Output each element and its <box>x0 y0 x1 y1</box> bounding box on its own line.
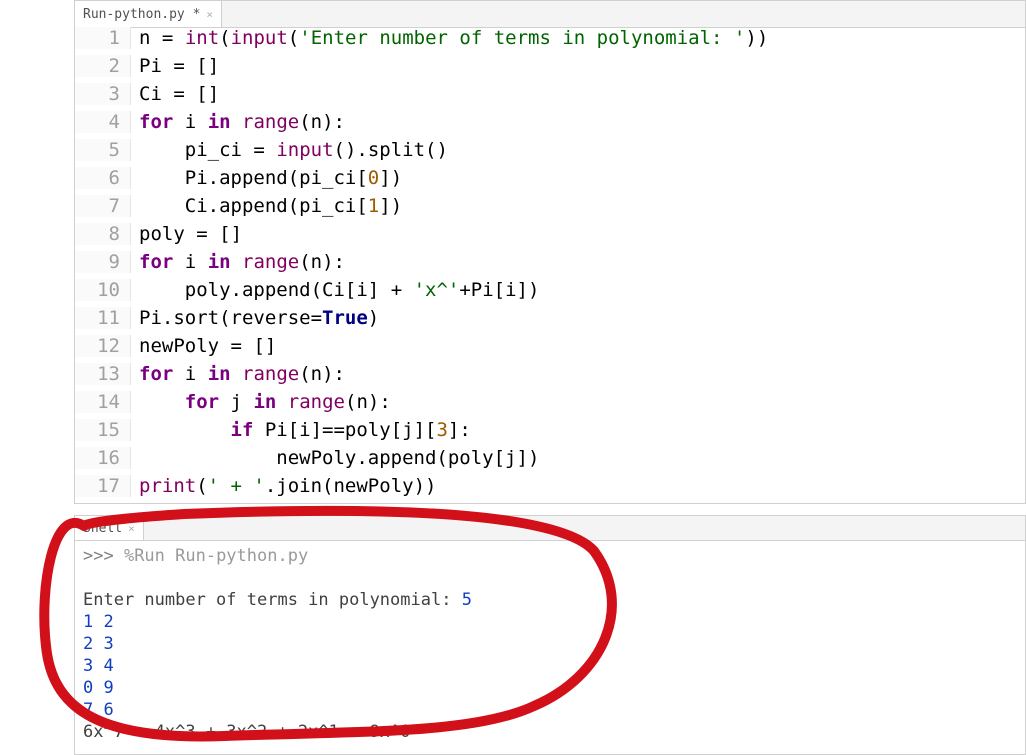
line-number: 9 <box>75 251 131 273</box>
line-number: 10 <box>75 279 131 301</box>
line-number: 2 <box>75 55 131 77</box>
shell-input-line: 3 4 <box>83 656 114 676</box>
shell-ask-answer: 5 <box>462 590 472 610</box>
code-text[interactable]: Ci = [] <box>131 83 219 105</box>
editor-tab-title: Run-python.py * <box>83 7 200 22</box>
code-text[interactable]: newPoly.append(poly[j]) <box>131 447 539 469</box>
code-line[interactable]: 6 Pi.append(pi_ci[0]) <box>75 167 1025 195</box>
code-line[interactable]: 10 poly.append(Ci[i] + 'x^'+Pi[i]) <box>75 279 1025 307</box>
line-number: 8 <box>75 223 131 245</box>
code-text[interactable]: poly.append(Ci[i] + 'x^'+Pi[i]) <box>131 279 539 301</box>
shell-output: 6x^7 + 4x^3 + 3x^2 + 2x^1 + 9x^0 <box>83 722 411 742</box>
code-line[interactable]: 7 Ci.append(pi_ci[1]) <box>75 195 1025 223</box>
code-text[interactable]: for i in range(n): <box>131 363 345 385</box>
close-icon[interactable]: × <box>128 522 135 535</box>
code-text[interactable]: poly = [] <box>131 223 242 245</box>
shell-input-line: 0 9 <box>83 678 114 698</box>
code-area[interactable]: 1n = int(input('Enter number of terms in… <box>75 27 1025 503</box>
code-line[interactable]: 15 if Pi[i]==poly[j][3]: <box>75 419 1025 447</box>
code-line[interactable]: 12newPoly = [] <box>75 335 1025 363</box>
line-number: 3 <box>75 83 131 105</box>
code-line[interactable]: 2Pi = [] <box>75 55 1025 83</box>
code-text[interactable]: n = int(input('Enter number of terms in … <box>131 27 768 49</box>
code-text[interactable]: Ci.append(pi_ci[1]) <box>131 195 402 217</box>
close-icon[interactable]: × <box>206 8 213 21</box>
line-number: 15 <box>75 419 131 441</box>
line-number: 7 <box>75 195 131 217</box>
shell-input-line: 2 3 <box>83 634 114 654</box>
line-number: 6 <box>75 167 131 189</box>
code-text[interactable]: for i in range(n): <box>131 111 345 133</box>
code-text[interactable]: for j in range(n): <box>131 391 391 413</box>
line-number: 17 <box>75 475 131 497</box>
code-line[interactable]: 3Ci = [] <box>75 83 1025 111</box>
line-number: 5 <box>75 139 131 161</box>
code-text[interactable]: for i in range(n): <box>131 251 345 273</box>
shell-body[interactable]: >>> %Run Run-python.py Enter number of t… <box>75 541 1025 751</box>
line-number: 1 <box>75 27 131 49</box>
code-text[interactable]: print(' + '.join(newPoly)) <box>131 475 436 497</box>
code-line[interactable]: 4for i in range(n): <box>75 111 1025 139</box>
code-text[interactable]: Pi.sort(reverse=True) <box>131 307 379 329</box>
code-text[interactable]: Pi.append(pi_ci[0]) <box>131 167 402 189</box>
code-line[interactable]: 1n = int(input('Enter number of terms in… <box>75 27 1025 55</box>
line-number: 13 <box>75 363 131 385</box>
shell-tab-title: Shell <box>83 521 122 536</box>
editor-tab-strip: Run-python.py * × <box>75 1 1025 28</box>
code-line[interactable]: 5 pi_ci = input().split() <box>75 139 1025 167</box>
line-number: 16 <box>75 447 131 469</box>
editor-pane: Run-python.py * × 1n = int(input('Enter … <box>74 0 1026 504</box>
shell-ask: Enter number of terms in polynomial: <box>83 590 462 610</box>
shell-pane: Shell × >>> %Run Run-python.py Enter num… <box>74 515 1026 755</box>
code-line[interactable]: 13for i in range(n): <box>75 363 1025 391</box>
shell-input-line: 1 2 <box>83 612 114 632</box>
line-number: 11 <box>75 307 131 329</box>
code-line[interactable]: 9for i in range(n): <box>75 251 1025 279</box>
code-line[interactable]: 8poly = [] <box>75 223 1025 251</box>
code-text[interactable]: newPoly = [] <box>131 335 276 357</box>
shell-tab[interactable]: Shell × <box>75 516 144 540</box>
shell-run-cmd: %Run Run-python.py <box>124 546 308 566</box>
code-text[interactable]: pi_ci = input().split() <box>131 139 448 161</box>
code-line[interactable]: 11Pi.sort(reverse=True) <box>75 307 1025 335</box>
shell-prompt: >>> <box>83 546 124 566</box>
code-text[interactable]: Pi = [] <box>131 55 219 77</box>
shell-tab-strip: Shell × <box>75 516 1025 541</box>
line-number: 14 <box>75 391 131 413</box>
code-text[interactable]: if Pi[i]==poly[j][3]: <box>131 419 471 441</box>
shell-input-line: 7 6 <box>83 700 114 720</box>
code-line[interactable]: 14 for j in range(n): <box>75 391 1025 419</box>
code-line[interactable]: 16 newPoly.append(poly[j]) <box>75 447 1025 475</box>
line-number: 12 <box>75 335 131 357</box>
line-number: 4 <box>75 111 131 133</box>
editor-tab[interactable]: Run-python.py * × <box>75 1 222 27</box>
code-line[interactable]: 17print(' + '.join(newPoly)) <box>75 475 1025 503</box>
